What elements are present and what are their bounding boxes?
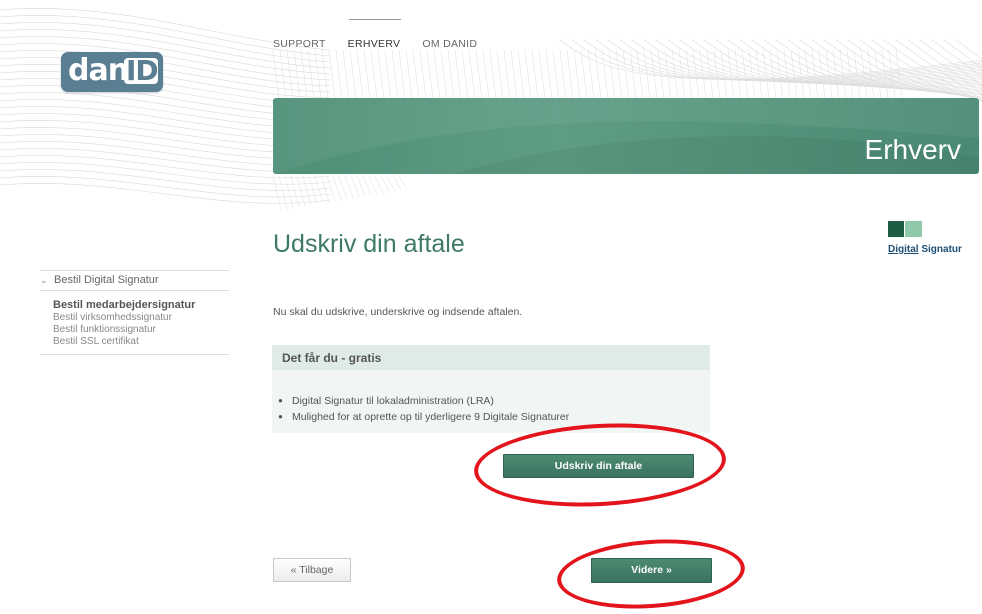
ds-logo-text: Digital Signatur [888,244,962,255]
sidebar-section-label: Bestil Digital Signatur [54,274,159,286]
back-button[interactable]: « Tilbage [273,558,351,582]
sidebar-item-funktionssignatur[interactable]: Bestil funktionssignatur [53,324,229,336]
sidebar-item-medarbejdersignatur[interactable]: Bestil medarbejdersignatur [53,298,229,312]
annotation-circle-next [554,533,748,614]
page-title: Udskriv din aftale [273,230,465,258]
list-item-text: Digital Signatur til lokaladministration… [292,395,494,407]
ds-logo-text-signatur: Signatur [918,244,962,255]
logo-id-box: ID [124,54,159,87]
sidebar-item-ssl-certifikat[interactable]: Bestil SSL certifikat [53,336,229,348]
ds-logo-square-dark [888,221,904,237]
list-item: ● Mulighed for at oprette op til yderlige… [272,409,569,425]
benefits-list: ● Digital Signatur til lokaladministratio… [272,393,569,425]
benefits-box-header: Det får du - gratis [272,345,710,370]
benefits-box: Det får du - gratis ● Digital Signatur ti… [272,345,710,433]
intro-text: Nu skal du udskrive, underskrive og inds… [273,306,523,318]
sidebar-item-virksomhedssignatur[interactable]: Bestil virksomhedssignatur [53,312,229,324]
list-item: ● Digital Signatur til lokaladministratio… [272,393,569,409]
list-item-text: Mulighed for at oprette op til yderliger… [292,411,570,423]
bullet-icon: ● [278,412,283,421]
banner-title: Erhverv [864,134,961,165]
sidebar-section-header[interactable]: ⌄ Bestil Digital Signatur [40,270,229,291]
top-nav: SUPPORT ERHVERV OM DANID [273,36,499,50]
sidebar-list: Bestil medarbejdersignatur Bestil virkso… [40,291,229,355]
danid-logo[interactable]: dan ID [61,52,163,92]
bullet-icon: ● [278,396,283,405]
ds-logo-square-light [905,221,922,237]
sidebar: ⌄ Bestil Digital Signatur Bestil medarbej… [40,270,229,355]
logo-text-id: ID [126,54,159,87]
nav-om-danid[interactable]: OM DANID [422,36,477,50]
benefits-box-title: Det får du - gratis [282,351,382,365]
logo-text-dan: dan [68,53,129,88]
chevron-down-icon: ⌄ [40,275,48,285]
ds-logo-text-digital: Digital [888,244,919,255]
nav-erhverv[interactable]: ERHVERV [348,36,401,50]
section-banner: Erhverv [273,98,979,174]
nav-active-indicator [349,19,401,20]
nav-support[interactable]: SUPPORT [273,36,326,50]
